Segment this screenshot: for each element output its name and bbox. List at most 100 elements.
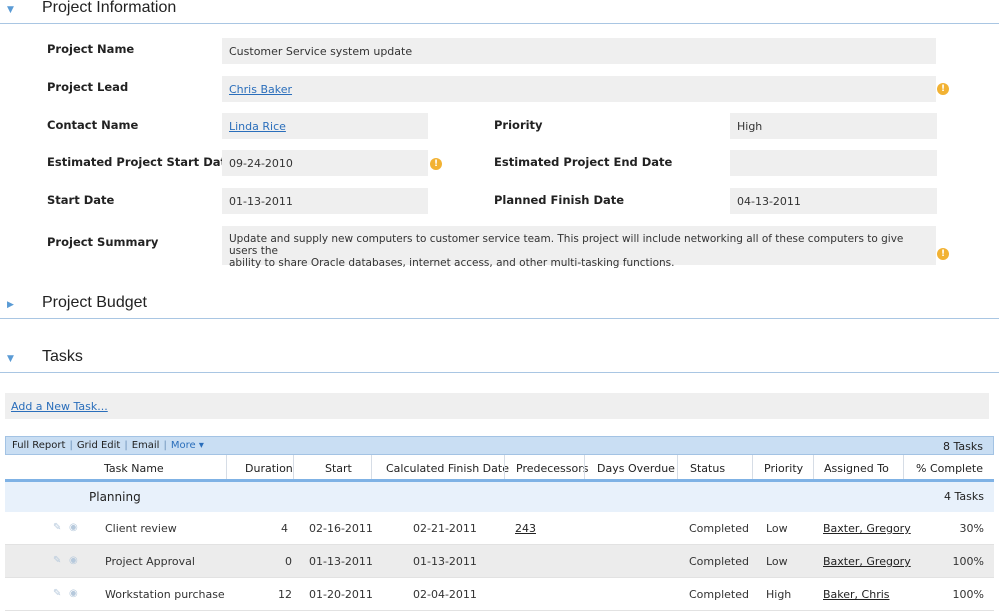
assignee-link[interactable]: Baker, Chris xyxy=(823,588,890,601)
view-icon[interactable]: ◉ xyxy=(69,588,78,599)
collapse-arrow-icon[interactable]: ▼ xyxy=(7,354,14,364)
predecessor-link[interactable]: 243 xyxy=(515,522,536,535)
edit-icon[interactable]: ✎ xyxy=(53,588,61,599)
table-row[interactable]: ✎ ◉ Project Approval 0 01-13-2011 01-13-… xyxy=(5,545,994,578)
priority: Low xyxy=(766,522,788,535)
table-row[interactable]: ✎ ◉ Workstation purchase 12 01-20-2011 0… xyxy=(5,578,994,611)
project-name-value: Customer Service system update xyxy=(222,38,936,64)
percent-complete: 30% xyxy=(959,522,984,535)
project-lead-label: Project Lead xyxy=(47,80,129,94)
est-start-label: Estimated Project Start Date xyxy=(47,155,234,169)
edit-icon[interactable]: ✎ xyxy=(53,522,61,533)
predecessors-link[interactable]: 243 xyxy=(515,522,536,535)
help-icon[interactable]: ! xyxy=(430,158,442,170)
col-calc-finish[interactable]: Calculated Finish Date xyxy=(386,462,509,475)
add-task-bar: Add a New Task... xyxy=(5,393,989,419)
assignee-link[interactable]: Baxter, Gregory xyxy=(823,522,911,535)
col-priority[interactable]: Priority xyxy=(764,462,803,475)
est-end-label: Estimated Project End Date xyxy=(494,155,673,169)
view-icon[interactable]: ◉ xyxy=(69,522,78,533)
est-end-value xyxy=(730,150,937,176)
project-name-label: Project Name xyxy=(47,42,135,56)
status: Completed xyxy=(689,555,749,568)
project-information-header[interactable]: ▼ Project Information xyxy=(0,0,999,24)
col-task-name[interactable]: Task Name xyxy=(104,462,164,475)
group-row-planning[interactable]: Planning 4 Tasks xyxy=(5,482,994,512)
help-icon[interactable]: ! xyxy=(937,83,949,95)
calc-finish: 01-13-2011 xyxy=(413,555,477,568)
summary-line-2: ability to share Oracle databases, inter… xyxy=(229,257,675,269)
section-title: Tasks xyxy=(42,348,83,365)
separator: | xyxy=(124,440,128,451)
email-button[interactable]: Email xyxy=(132,440,160,451)
task-name: Client review xyxy=(105,522,177,535)
view-icon[interactable]: ◉ xyxy=(69,555,78,566)
collapse-arrow-icon[interactable]: ▼ xyxy=(7,5,14,15)
contact-name-link[interactable]: Linda Rice xyxy=(229,120,286,133)
percent-complete: 100% xyxy=(952,588,984,601)
project-lead-link[interactable]: Chris Baker xyxy=(229,83,292,96)
add-task-link[interactable]: Add a New Task... xyxy=(11,400,108,413)
assigned-to[interactable]: Baxter, Gregory xyxy=(823,555,911,568)
col-percent-complete[interactable]: % Complete xyxy=(916,462,983,475)
contact-name-label: Contact Name xyxy=(47,118,139,132)
expand-arrow-icon[interactable]: ▶ xyxy=(7,300,14,310)
duration: 12 xyxy=(278,588,292,601)
group-name: Planning xyxy=(89,490,141,504)
full-report-button[interactable]: Full Report xyxy=(12,440,65,451)
col-divider xyxy=(371,455,372,479)
project-summary-label: Project Summary xyxy=(47,235,159,249)
priority: Low xyxy=(766,555,788,568)
grid-edit-button[interactable]: Grid Edit xyxy=(77,440,121,451)
group-count: 4 Tasks xyxy=(944,490,984,503)
start: 01-20-2011 xyxy=(309,588,373,601)
more-dropdown[interactable]: More ▾ xyxy=(171,440,204,451)
help-icon[interactable]: ! xyxy=(937,248,949,260)
edit-icon[interactable]: ✎ xyxy=(53,555,61,566)
start-date-value: 01-13-2011 xyxy=(222,188,428,214)
calc-finish: 02-04-2011 xyxy=(413,588,477,601)
task-name: Project Approval xyxy=(105,555,195,568)
project-lead-field: Chris Baker xyxy=(222,76,936,102)
assigned-to[interactable]: Baxter, Gregory xyxy=(823,522,911,535)
col-start[interactable]: Start xyxy=(325,462,352,475)
assignee-link[interactable]: Baxter, Gregory xyxy=(823,555,911,568)
contact-name-field: Linda Rice xyxy=(222,113,428,139)
task-count: 8 Tasks xyxy=(943,440,983,453)
grid-toolbar: Full Report | Grid Edit | Email | More ▾ 8 Tas… xyxy=(5,436,994,455)
tasks-header[interactable]: ▼ Tasks xyxy=(0,348,999,373)
calc-finish: 02-21-2011 xyxy=(413,522,477,535)
tasks-grid: Full Report | Grid Edit | Email | More ▾ 8 Tas… xyxy=(5,436,994,611)
start: 02-16-2011 xyxy=(309,522,373,535)
separator: | xyxy=(163,440,167,451)
col-predecessors[interactable]: Predecessors xyxy=(516,462,589,475)
col-assigned-to[interactable]: Assigned To xyxy=(824,462,889,475)
project-budget-header[interactable]: ▶ Project Budget xyxy=(0,294,999,319)
col-divider xyxy=(677,455,678,479)
duration: 4 xyxy=(281,522,288,535)
status: Completed xyxy=(689,588,749,601)
planned-finish-value: 04-13-2011 xyxy=(730,188,937,214)
separator: | xyxy=(69,440,73,451)
col-divider xyxy=(584,455,585,479)
start-date-label: Start Date xyxy=(47,193,115,207)
col-duration[interactable]: Duration xyxy=(245,462,293,475)
duration: 0 xyxy=(285,555,292,568)
project-summary-value: Update and supply new computers to custo… xyxy=(222,226,936,269)
table-row[interactable]: ✎ ◉ Client review 4 02-16-2011 02-21-201… xyxy=(5,512,994,545)
start: 01-13-2011 xyxy=(309,555,373,568)
section-title: Project Budget xyxy=(42,294,147,311)
priority-value: High xyxy=(730,113,937,139)
col-divider xyxy=(226,455,227,479)
priority-label: Priority xyxy=(494,118,543,132)
assigned-to[interactable]: Baker, Chris xyxy=(823,588,890,601)
summary-line-1: Update and supply new computers to custo… xyxy=(229,233,904,257)
col-divider xyxy=(504,455,505,479)
column-header-row: Task Name Duration Start Calculated Fini… xyxy=(5,455,994,482)
col-status[interactable]: Status xyxy=(690,462,725,475)
col-days-overdue[interactable]: Days Overdue xyxy=(597,462,675,475)
planned-finish-label: Planned Finish Date xyxy=(494,193,625,207)
status: Completed xyxy=(689,522,749,535)
percent-complete: 100% xyxy=(952,555,984,568)
col-divider xyxy=(903,455,904,479)
